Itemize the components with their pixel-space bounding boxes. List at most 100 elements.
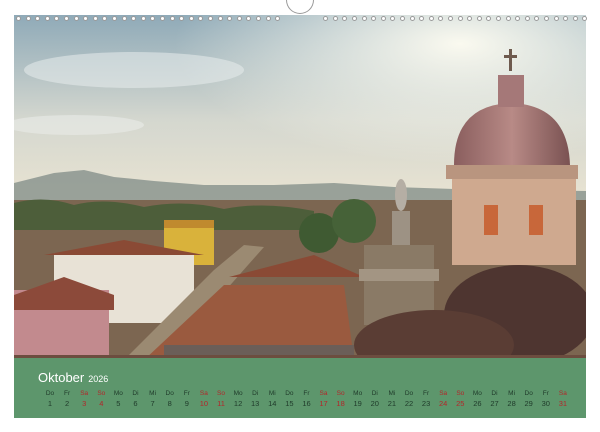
day-cell: Di 6 xyxy=(128,390,144,409)
day-cell: Mo 26 xyxy=(469,390,485,409)
day-of-week: Di xyxy=(371,390,378,397)
day-cell: Do 1 xyxy=(42,390,58,409)
day-number: 5 xyxy=(116,399,121,408)
day-cell: Sa 31 xyxy=(555,390,571,409)
day-of-week: Mo xyxy=(472,390,482,397)
binding-hole xyxy=(332,16,338,21)
day-cell: Mi 28 xyxy=(504,390,520,409)
binding-hole xyxy=(553,16,559,21)
binding-hole xyxy=(121,16,127,21)
day-number: 21 xyxy=(387,399,397,408)
binding-hole xyxy=(217,16,223,21)
binding-hole xyxy=(64,16,69,21)
binding-hole xyxy=(534,16,540,21)
binding-hole xyxy=(179,16,185,21)
day-of-week: Do xyxy=(165,390,174,397)
day-of-week: Sa xyxy=(439,390,448,397)
month-heading: Oktober 2026 xyxy=(38,370,108,385)
calendar-band: Oktober 2026 Do 1 Fr 2 Sa 3 So 4 Mo 5 Di 6 Mi 7 Do 8 Fr 9 S… xyxy=(14,358,586,418)
day-cell: Sa 24 xyxy=(435,390,451,409)
binding-hole xyxy=(275,16,281,21)
day-of-week: Fr xyxy=(303,390,310,397)
day-number: 3 xyxy=(82,399,87,408)
binding-hole xyxy=(496,16,501,21)
binding-hole xyxy=(361,16,367,21)
day-cell: Sa 17 xyxy=(316,390,332,409)
binding-hole xyxy=(428,16,434,21)
binding-hole xyxy=(198,16,204,21)
day-row: Do 1 Fr 2 Sa 3 So 4 Mo 5 Di 6 Mi 7 Do 8 Fr 9 Sa 10 So 11 Mo 12 D… xyxy=(42,390,572,412)
day-cell: Mi 7 xyxy=(145,390,161,409)
day-of-week: Do xyxy=(45,390,55,397)
day-of-week: So xyxy=(336,390,345,397)
day-of-week: Sa xyxy=(558,390,567,397)
day-number: 16 xyxy=(302,399,311,408)
day-cell: Mi 21 xyxy=(384,390,400,409)
day-number: 30 xyxy=(541,399,550,408)
day-cell: Do 15 xyxy=(281,390,297,409)
day-of-week: Fr xyxy=(64,390,71,397)
day-cell: Mo 5 xyxy=(110,390,126,409)
binding-hole xyxy=(83,16,89,21)
day-cell: Sa 10 xyxy=(196,390,212,409)
binding-hole xyxy=(35,16,41,21)
binding-hole xyxy=(544,16,549,21)
day-cell: So 11 xyxy=(213,390,229,409)
binding-hole xyxy=(169,16,175,21)
day-cell: Mo 19 xyxy=(350,390,366,409)
day-cell: Di 20 xyxy=(367,390,383,409)
day-cell: Di 13 xyxy=(247,390,263,409)
day-cell: Do 29 xyxy=(521,390,537,409)
day-number: 15 xyxy=(285,399,294,408)
day-number: 4 xyxy=(99,399,104,408)
day-cell: Fr 23 xyxy=(418,390,434,409)
day-of-week: Di xyxy=(132,390,139,397)
binding-hole xyxy=(467,16,473,21)
day-number: 11 xyxy=(217,399,225,408)
binding-hole xyxy=(400,16,405,21)
binding-hole xyxy=(25,16,31,21)
day-of-week: Mo xyxy=(113,390,123,397)
binding-hole xyxy=(457,16,463,21)
binding-hole xyxy=(419,16,425,21)
day-number: 6 xyxy=(133,399,138,408)
calendar-page: Oktober 2026 Do 1 Fr 2 Sa 3 So 4 Mo 5 Di 6 Mi 7 Do 8 Fr 9 S… xyxy=(0,0,600,432)
day-of-week: So xyxy=(456,390,465,397)
binding-hole xyxy=(208,16,213,21)
hanger-notch xyxy=(286,0,314,14)
day-of-week: Di xyxy=(491,390,498,397)
day-number: 23 xyxy=(421,399,431,408)
binding-hole xyxy=(572,16,578,21)
day-number: 26 xyxy=(473,399,482,408)
binding-hole xyxy=(92,16,98,21)
day-of-week: Mi xyxy=(388,390,396,397)
day-of-week: Sa xyxy=(199,390,208,397)
day-cell: Sa 3 xyxy=(76,390,92,409)
day-of-week: Mo xyxy=(353,390,363,397)
binding-hole xyxy=(323,16,329,21)
day-number: 2 xyxy=(65,399,70,408)
day-number: 20 xyxy=(370,399,379,408)
day-number: 29 xyxy=(524,399,533,408)
day-of-week: Fr xyxy=(183,390,190,397)
day-cell: Mo 12 xyxy=(230,390,246,409)
day-cell: So 18 xyxy=(333,390,349,409)
day-number: 27 xyxy=(490,399,499,408)
day-cell: Do 22 xyxy=(401,390,417,409)
day-number: 1 xyxy=(47,399,53,408)
binding-hole xyxy=(371,16,377,21)
binding-hole xyxy=(256,16,261,21)
binding-hole xyxy=(448,16,453,21)
day-cell: Fr 30 xyxy=(538,390,554,409)
binding-hole xyxy=(486,16,492,21)
day-number: 7 xyxy=(150,399,155,408)
day-of-week: Fr xyxy=(542,390,549,397)
day-of-week: Do xyxy=(404,390,414,397)
day-of-week: Sa xyxy=(319,390,328,397)
binding-hole xyxy=(265,16,271,21)
day-number: 9 xyxy=(184,399,189,408)
binding-hole xyxy=(380,16,386,21)
day-of-week: So xyxy=(217,390,225,397)
day-number: 14 xyxy=(268,399,277,408)
day-of-week: Sa xyxy=(80,390,89,397)
